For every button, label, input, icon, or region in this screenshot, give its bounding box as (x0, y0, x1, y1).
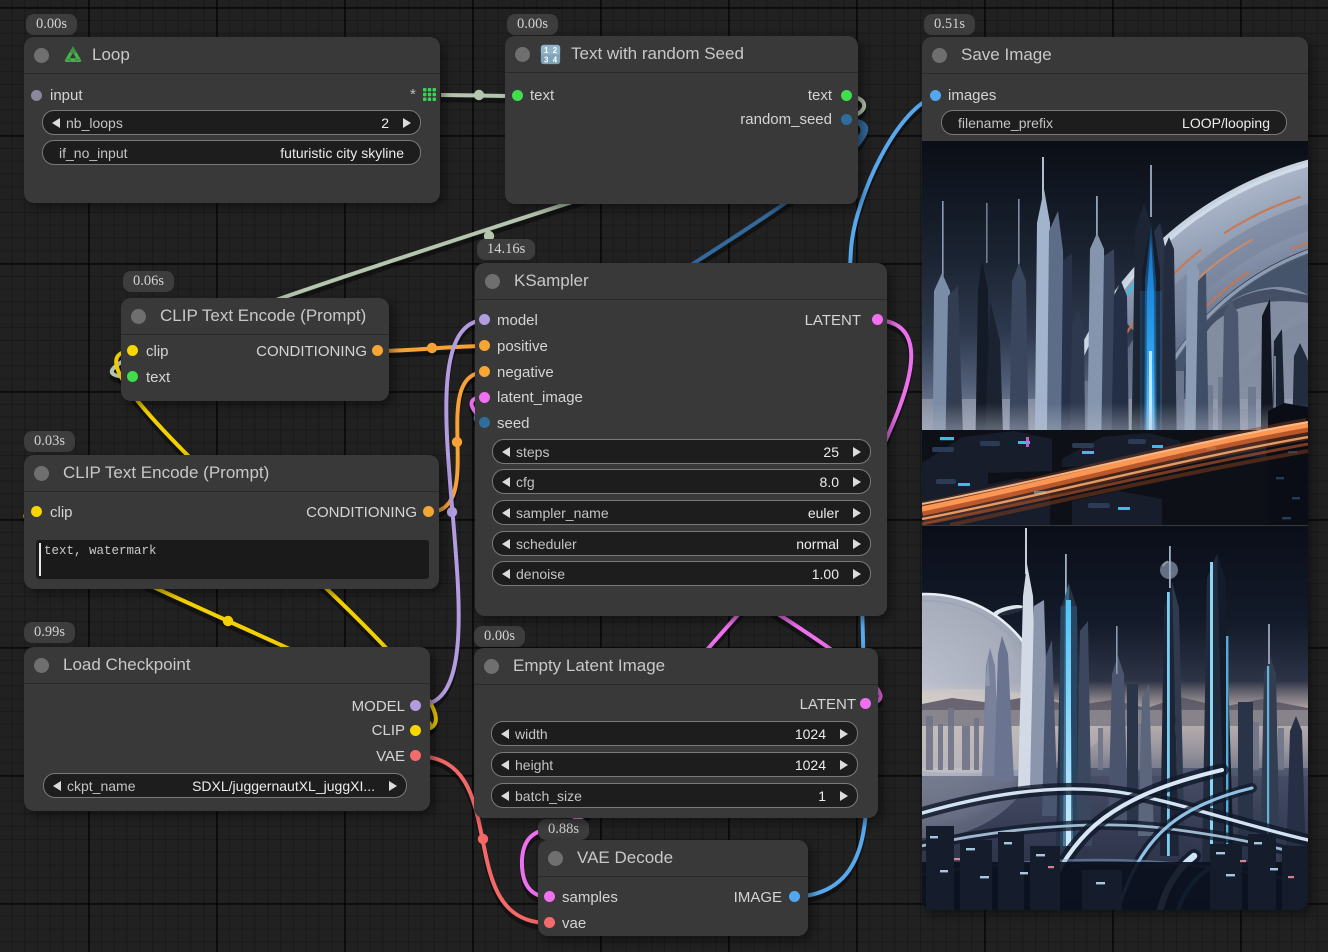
svg-text:2: 2 (553, 45, 558, 54)
svg-text:4: 4 (553, 55, 558, 64)
svg-text:3: 3 (544, 55, 549, 64)
svg-text:1: 1 (544, 45, 549, 54)
